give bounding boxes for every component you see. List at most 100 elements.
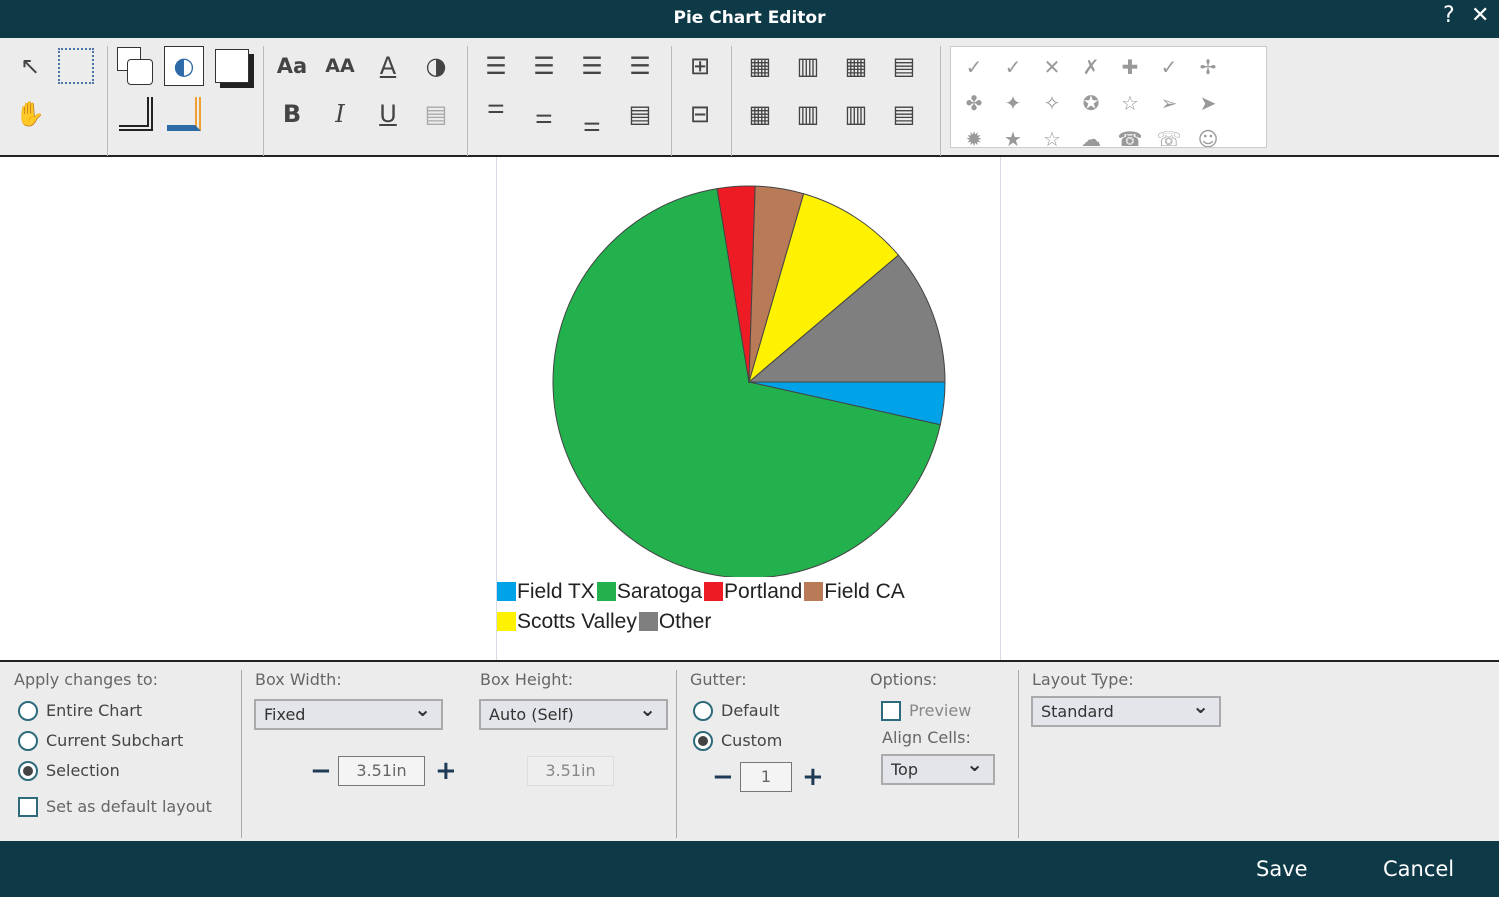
- align-left-icon[interactable]: ☰: [476, 46, 516, 86]
- shadow-icon[interactable]: [212, 46, 252, 86]
- symbol-7[interactable]: ✤: [959, 91, 989, 115]
- org-layout-icon[interactable]: ⊞: [680, 46, 720, 86]
- clear-format-icon[interactable]: ▤: [416, 94, 456, 134]
- chart-canvas: Field TX Saratoga Portland Field CA Scotts V…: [0, 157, 1499, 660]
- legend-swatch: [596, 582, 616, 601]
- insert-column-left-icon[interactable]: ▥: [788, 46, 828, 86]
- current-subchart-label: Current Subchart: [46, 731, 184, 750]
- legend-label: Other: [658, 610, 712, 633]
- align-justify-icon[interactable]: ☰: [620, 46, 660, 86]
- symbol-5[interactable]: ✓: [1154, 55, 1184, 79]
- font-face-icon[interactable]: Aa: [272, 46, 312, 86]
- box-width-label: Box Width:: [255, 670, 342, 689]
- align-cells-select[interactable]: Top: [881, 752, 995, 785]
- cancel-button[interactable]: Cancel: [1383, 857, 1454, 881]
- symbol-0[interactable]: ✓: [959, 55, 989, 79]
- bold-icon[interactable]: B: [272, 94, 312, 134]
- text-opacity-icon[interactable]: ◑: [416, 46, 456, 86]
- valign-middle-icon[interactable]: ⚌: [524, 96, 564, 136]
- gutter-custom-label: Custom: [721, 731, 783, 750]
- chart-box[interactable]: Field TX Saratoga Portland Field CA Scotts V…: [496, 157, 1001, 660]
- entire-chart-radio[interactable]: [18, 701, 38, 721]
- symbol-18[interactable]: ☎: [1115, 127, 1145, 147]
- gutter-default-label: Default: [721, 701, 780, 720]
- symbol-13[interactable]: ➤: [1193, 91, 1223, 115]
- delete-row-icon[interactable]: ▤: [884, 94, 924, 134]
- symbol-1[interactable]: ✓: [998, 55, 1028, 79]
- symbol-9[interactable]: ✧: [1037, 91, 1067, 115]
- valign-bottom-icon[interactable]: ⚌: [572, 104, 612, 144]
- insert-row-above-icon[interactable]: ▦: [740, 46, 780, 86]
- legend-swatch: [497, 582, 516, 601]
- help-button[interactable]: ?: [1443, 3, 1455, 28]
- gutter-custom-radio[interactable]: [693, 731, 713, 751]
- preview-checkbox[interactable]: [881, 701, 901, 721]
- preview-label: Preview: [909, 701, 972, 720]
- options-label: Options:: [870, 670, 938, 689]
- save-button[interactable]: Save: [1256, 857, 1308, 881]
- box-width-increase[interactable]: +: [435, 756, 457, 786]
- layout-type-label: Layout Type:: [1032, 670, 1134, 689]
- legend-swatch: [638, 612, 658, 631]
- hierarchy-icon[interactable]: ⊟: [680, 94, 720, 134]
- symbol-6[interactable]: ✢: [1193, 55, 1223, 79]
- table-header-icon[interactable]: ▤: [884, 46, 924, 86]
- italic-icon[interactable]: I: [320, 94, 360, 134]
- selection-radio[interactable]: [18, 761, 38, 781]
- pie-chart: [552, 185, 946, 577]
- legend-item: Other: [638, 608, 712, 635]
- default-layout-label: Set as default layout: [46, 797, 212, 816]
- font-color-icon[interactable]: A: [368, 46, 408, 86]
- close-button[interactable]: ✕: [1471, 3, 1489, 28]
- valign-top-icon[interactable]: ⚌: [476, 86, 516, 126]
- symbol-8[interactable]: ✦: [998, 91, 1028, 115]
- symbol-14[interactable]: ✹: [959, 127, 989, 147]
- symbol-12[interactable]: ➢: [1154, 91, 1184, 115]
- gutter-input[interactable]: 1: [740, 762, 792, 792]
- box-width-decrease[interactable]: −: [310, 756, 332, 786]
- marquee-select-icon[interactable]: [56, 46, 96, 86]
- table-grid-icon[interactable]: ▦: [836, 46, 876, 86]
- border-style-icon[interactable]: [116, 94, 156, 134]
- legend-swatch: [497, 612, 516, 631]
- layout-type-select[interactable]: Standard: [1031, 694, 1221, 727]
- window-title: Pie Chart Editor: [673, 8, 826, 28]
- align-center-icon[interactable]: ☰: [524, 46, 564, 86]
- current-subchart-radio[interactable]: [18, 731, 38, 751]
- legend-label: Scotts Valley: [517, 610, 637, 633]
- box-height-select[interactable]: Auto (Self): [479, 697, 668, 730]
- insert-row-below-icon[interactable]: ▦: [740, 94, 780, 134]
- gutter-decrease[interactable]: −: [712, 762, 734, 792]
- legend-item: Saratoga: [596, 578, 702, 605]
- underline-icon[interactable]: U: [368, 94, 408, 134]
- default-layout-checkbox[interactable]: [18, 797, 38, 817]
- align-right-icon[interactable]: ☰: [572, 46, 612, 86]
- symbol-17[interactable]: ☁: [1076, 127, 1106, 147]
- fill-shape-icon[interactable]: [116, 46, 156, 86]
- footer: Save Cancel: [0, 841, 1499, 897]
- symbol-19[interactable]: ☏: [1154, 127, 1184, 147]
- opacity-icon[interactable]: ◐: [164, 46, 204, 86]
- gutter-default-radio[interactable]: [693, 701, 713, 721]
- layout-panel: Apply changes to: Entire Chart Current S…: [0, 660, 1499, 841]
- symbol-11[interactable]: ☆: [1115, 91, 1145, 115]
- symbol-20[interactable]: ☺: [1193, 127, 1223, 147]
- symbol-palette[interactable]: ✓ ✓ ✕ ✗ ✚ ✓ ✢ ✤ ✦ ✧ ✪ ☆ ➢ ➤ ✹ ★ ☆ ☁ ☎ ☏ ☺: [950, 46, 1267, 148]
- text-wrap-icon[interactable]: ▤: [620, 94, 660, 134]
- toolbar: ↖ ✋ ◐ Aa AA A ◑ B I U ▤ ☰ ☰ ☰ ☰ ⚌ ⚌ ⚌ ▤ …: [0, 38, 1499, 157]
- symbol-4[interactable]: ✚: [1115, 55, 1145, 79]
- hand-tool-icon[interactable]: ✋: [10, 94, 50, 134]
- symbol-10[interactable]: ✪: [1076, 91, 1106, 115]
- pointer-tool-icon[interactable]: ↖: [10, 46, 50, 86]
- symbol-3[interactable]: ✗: [1076, 55, 1106, 79]
- box-width-input[interactable]: 3.51in: [338, 756, 425, 786]
- box-width-select[interactable]: Fixed: [254, 697, 443, 730]
- delete-column-icon[interactable]: ▥: [836, 94, 876, 134]
- symbol-15[interactable]: ★: [998, 127, 1028, 147]
- border-color-icon[interactable]: [164, 94, 204, 134]
- insert-column-right-icon[interactable]: ▥: [788, 94, 828, 134]
- symbol-2[interactable]: ✕: [1037, 55, 1067, 79]
- gutter-increase[interactable]: +: [802, 762, 824, 792]
- font-size-icon[interactable]: AA: [320, 46, 360, 86]
- symbol-16[interactable]: ☆: [1037, 127, 1067, 147]
